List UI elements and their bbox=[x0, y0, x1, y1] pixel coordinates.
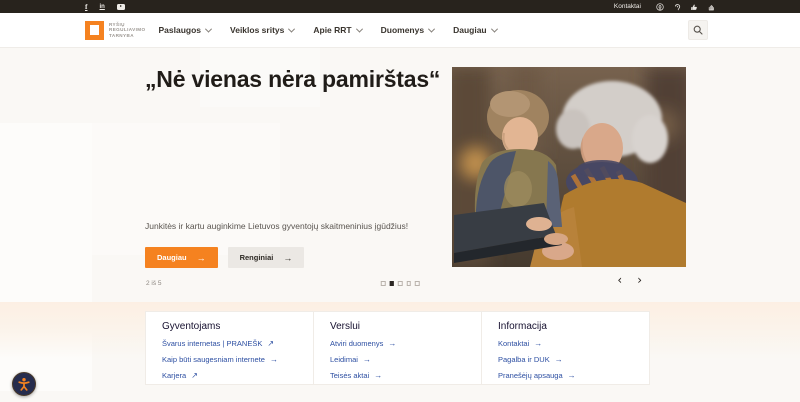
carousel-dot-4[interactable] bbox=[406, 281, 411, 286]
menu-item-veiklos-sritys[interactable]: Veiklos sritys bbox=[230, 25, 294, 35]
card-title: Informacija bbox=[498, 321, 641, 333]
hero-buttons: Daugiau → Renginiai → bbox=[145, 247, 304, 268]
arrow-right-icon: → bbox=[568, 372, 576, 380]
link-saugesniam-internete[interactable]: Kaip būti saugesniam internete → bbox=[162, 356, 305, 364]
carousel-dot-1[interactable] bbox=[381, 281, 386, 286]
chevron-down-icon bbox=[288, 25, 295, 32]
link-leidimai[interactable]: Leidimai → bbox=[330, 356, 473, 364]
main-menu: Paslaugos Veiklos sritys Apie RRT Duomen… bbox=[158, 25, 496, 35]
main-navbar: RYŠIŲ REGULIAVIMO TARNYBA Paslaugos Veik… bbox=[0, 13, 800, 47]
accessibility-widget-button[interactable] bbox=[12, 372, 36, 396]
arrow-right-icon: → bbox=[363, 356, 371, 364]
hearing-icon[interactable] bbox=[673, 3, 681, 11]
card-title: Gyventojams bbox=[162, 321, 305, 333]
card-verslui: Verslui Atviri duomenys → Leidimai → Tei… bbox=[313, 311, 482, 385]
hero-subtitle: Junkitės ir kartu auginkime Lietuvos gyv… bbox=[145, 221, 435, 231]
menu-item-apie-rrt[interactable]: Apie RRT bbox=[313, 25, 361, 35]
rrt-logo[interactable]: RYŠIŲ REGULIAVIMO TARNYBA bbox=[85, 21, 145, 40]
arrow-right-icon: → bbox=[374, 372, 382, 380]
carousel-dot-2-active[interactable] bbox=[389, 281, 394, 286]
accessibility-icon[interactable] bbox=[656, 3, 664, 11]
sign-language-icon[interactable] bbox=[707, 3, 715, 11]
rrt-logo-mark bbox=[85, 21, 104, 40]
carousel-arrows: ‹ › bbox=[617, 274, 642, 286]
accessibility-person-icon bbox=[17, 377, 31, 391]
rrt-homepage: f in Kontaktai RYŠIŲ REGULIAV bbox=[0, 0, 800, 402]
link-kontaktai[interactable]: Kontaktai → bbox=[498, 340, 641, 348]
hero-title: „Nė vienas nėra pamirštas“ bbox=[145, 64, 440, 94]
carousel-dot-5[interactable] bbox=[415, 281, 420, 286]
link-pagalba-duk[interactable]: Pagalba ir DUK → bbox=[498, 356, 641, 364]
card-gyventojams: Gyventojams Švarus internetas | PRANEŠK … bbox=[145, 311, 314, 385]
linkedin-icon[interactable]: in bbox=[100, 4, 105, 10]
utility-topbar: f in Kontaktai bbox=[0, 0, 800, 13]
rrt-logo-text: RYŠIŲ REGULIAVIMO TARNYBA bbox=[109, 22, 145, 38]
chevron-down-icon bbox=[205, 25, 212, 32]
link-teises-aktai[interactable]: Teisės aktai → bbox=[330, 372, 473, 380]
search-button[interactable] bbox=[688, 20, 708, 40]
next-slide-button[interactable]: › bbox=[637, 274, 642, 286]
like-icon[interactable] bbox=[690, 3, 698, 11]
link-praneseju-apsauga[interactable]: Pranešėjų apsauga → bbox=[498, 372, 641, 380]
external-link-icon: ↗ bbox=[267, 340, 274, 348]
menu-item-duomenys[interactable]: Duomenys bbox=[381, 25, 434, 35]
menu-item-paslaugos[interactable]: Paslaugos bbox=[158, 25, 211, 35]
arrow-right-icon: → bbox=[283, 253, 292, 263]
chevron-down-icon bbox=[428, 25, 435, 32]
link-atviri-duomenys[interactable]: Atviri duomenys → bbox=[330, 340, 473, 348]
social-links: f in bbox=[85, 3, 125, 11]
menu-item-daugiau[interactable]: Daugiau bbox=[453, 25, 497, 35]
card-informacija: Informacija Kontaktai → Pagalba ir DUK →… bbox=[481, 311, 650, 385]
renginiai-button[interactable]: Renginiai → bbox=[228, 247, 305, 268]
hero-image bbox=[452, 67, 686, 267]
youtube-icon[interactable] bbox=[117, 4, 125, 10]
slide-counter: 2 iš 5 bbox=[146, 280, 162, 287]
daugiau-button[interactable]: Daugiau → bbox=[145, 247, 218, 268]
link-karjera[interactable]: Karjera ↗ bbox=[162, 372, 305, 380]
chevron-down-icon bbox=[356, 25, 363, 32]
prev-slide-button[interactable]: ‹ bbox=[617, 274, 622, 286]
arrow-right-icon: → bbox=[270, 356, 278, 364]
arrow-right-icon: → bbox=[388, 340, 396, 348]
quick-links-cards: Gyventojams Švarus internetas | PRANEŠK … bbox=[145, 311, 649, 385]
arrow-right-icon: → bbox=[534, 340, 542, 348]
carousel-dots bbox=[381, 281, 420, 286]
facebook-icon[interactable]: f bbox=[85, 3, 88, 11]
link-svarus-internetas[interactable]: Švarus internetas | PRANEŠK ↗ bbox=[162, 340, 305, 348]
search-icon bbox=[693, 25, 703, 35]
chevron-down-icon bbox=[491, 25, 498, 32]
arrow-right-icon: → bbox=[555, 356, 563, 364]
carousel-dot-3[interactable] bbox=[398, 281, 403, 286]
external-link-icon: ↗ bbox=[191, 372, 198, 380]
contacts-link[interactable]: Kontaktai bbox=[614, 3, 641, 10]
card-title: Verslui bbox=[330, 321, 473, 333]
arrow-right-icon: → bbox=[197, 253, 206, 263]
topbar-right: Kontaktai bbox=[614, 3, 715, 11]
background-pattern bbox=[92, 123, 280, 255]
